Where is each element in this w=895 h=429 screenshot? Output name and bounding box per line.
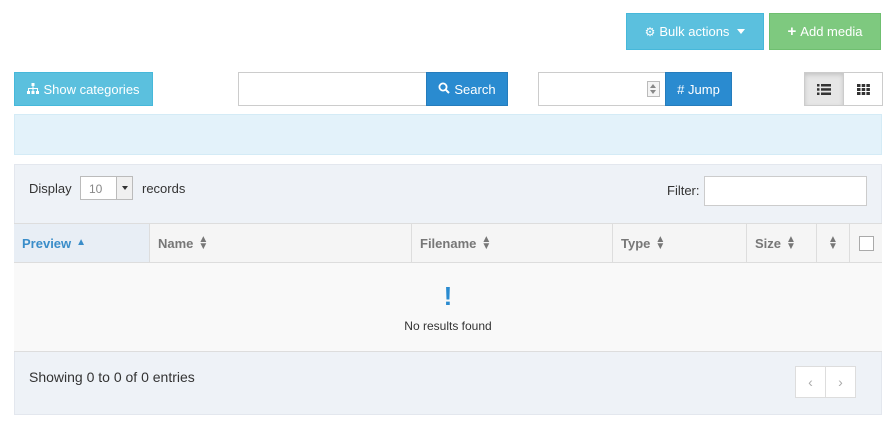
column-header-preview[interactable]: Preview ▲ bbox=[14, 224, 150, 262]
column-header-filename[interactable]: Filename ▲ ▼ bbox=[412, 224, 613, 262]
filter-label: Filter: bbox=[667, 183, 700, 198]
empty-state-row: ! No results found bbox=[14, 263, 882, 352]
filter-input[interactable] bbox=[704, 176, 867, 206]
sort-asc-icon: ▲ bbox=[76, 237, 87, 248]
sort-icon: ▲ ▼ bbox=[828, 233, 838, 252]
gear-icon: ⚙ bbox=[644, 24, 656, 39]
prev-page-button[interactable]: ‹ bbox=[796, 367, 826, 397]
pagination: ‹ › bbox=[795, 366, 856, 398]
number-spinner[interactable] bbox=[647, 81, 660, 97]
add-media-button[interactable]: + Add media bbox=[769, 13, 881, 50]
column-header-label: Type bbox=[621, 235, 651, 251]
sort-icon: ▲ ▼ bbox=[481, 233, 492, 252]
sort-icon: ▲ ▼ bbox=[655, 233, 666, 252]
select-all-checkbox[interactable] bbox=[858, 235, 874, 251]
bulk-actions-label: Bulk actions bbox=[659, 24, 730, 39]
next-page-button[interactable]: › bbox=[826, 367, 855, 397]
chevron-down-icon bbox=[737, 29, 746, 34]
grid-icon bbox=[856, 83, 870, 95]
search-label: Search bbox=[454, 81, 496, 97]
column-header-select-all bbox=[850, 224, 882, 262]
empty-message: No results found bbox=[404, 319, 492, 333]
jump-page-input[interactable] bbox=[538, 72, 666, 106]
display-label: Display bbox=[29, 181, 72, 196]
table-header: Preview ▲ Name ▲ ▼ Filename ▲ ▼ Type ▲ ▼ Si… bbox=[14, 223, 882, 263]
search-input[interactable] bbox=[238, 72, 427, 106]
records-label: records bbox=[142, 181, 186, 196]
list-view-button[interactable] bbox=[805, 73, 844, 105]
view-toggle bbox=[804, 72, 883, 106]
column-header-label: Filename bbox=[420, 235, 477, 251]
column-header-name[interactable]: Name ▲ ▼ bbox=[150, 224, 412, 262]
plus-icon: + bbox=[787, 23, 797, 40]
sitemap-icon bbox=[27, 82, 40, 96]
search-icon bbox=[438, 82, 451, 96]
grid-view-button[interactable] bbox=[844, 73, 882, 105]
add-media-label: Add media bbox=[800, 24, 863, 39]
info-bar bbox=[14, 114, 882, 155]
column-header-label: Preview bbox=[22, 235, 72, 251]
chevron-down-icon bbox=[116, 177, 132, 199]
search-button[interactable]: Search bbox=[426, 72, 508, 106]
jump-button[interactable]: # Jump bbox=[665, 72, 732, 106]
spinner-down-icon[interactable] bbox=[650, 90, 656, 94]
column-header-actions[interactable]: ▲ ▼ bbox=[817, 224, 850, 262]
records-per-page-value: 10 bbox=[89, 182, 103, 196]
bulk-actions-button[interactable]: ⚙ Bulk actions bbox=[626, 13, 764, 50]
sort-icon: ▲ ▼ bbox=[786, 233, 796, 252]
list-icon bbox=[817, 83, 831, 95]
records-per-page-select[interactable]: 10 bbox=[80, 176, 133, 200]
jump-label: # Jump bbox=[677, 81, 720, 97]
show-categories-label: Show categories bbox=[43, 81, 140, 97]
show-categories-button[interactable]: Show categories bbox=[14, 72, 153, 106]
column-header-type[interactable]: Type ▲ ▼ bbox=[613, 224, 747, 262]
sort-icon: ▲ ▼ bbox=[198, 233, 209, 252]
column-header-label: Name bbox=[158, 235, 194, 251]
entries-info: Showing 0 to 0 of 0 entries bbox=[29, 369, 195, 385]
exclamation-icon: ! bbox=[443, 281, 453, 311]
column-header-size[interactable]: Size ▲ ▼ bbox=[747, 224, 817, 262]
column-header-label: Size bbox=[755, 235, 782, 251]
spinner-up-icon[interactable] bbox=[650, 84, 656, 88]
